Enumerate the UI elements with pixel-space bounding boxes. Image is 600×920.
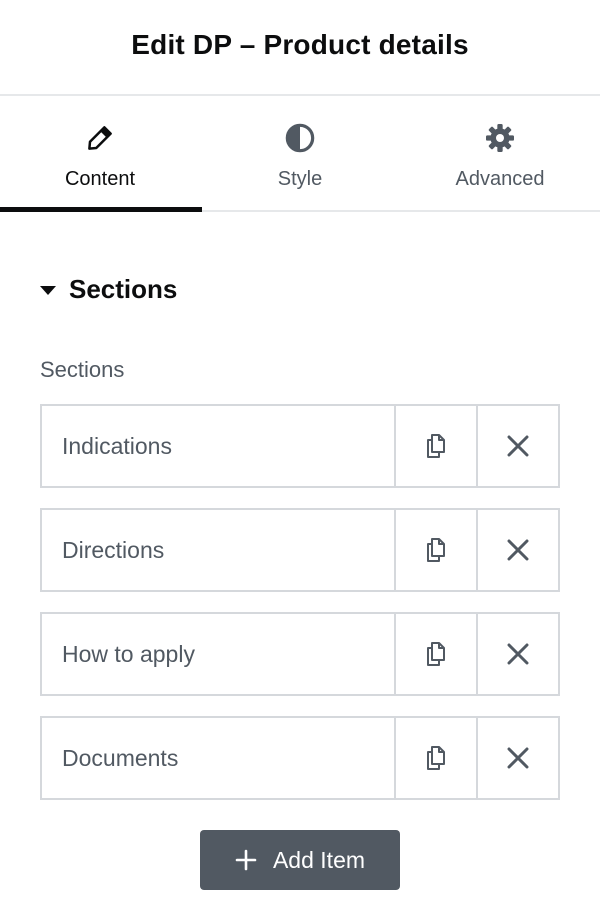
duplicate-button[interactable] (394, 510, 476, 590)
repeater-item-title[interactable]: How to apply (42, 614, 394, 694)
copy-icon (427, 642, 445, 666)
remove-button[interactable] (476, 406, 558, 486)
gear-icon (483, 121, 517, 155)
add-item-button[interactable]: Add Item (200, 830, 400, 890)
close-icon (507, 435, 529, 457)
repeater-list: Indications Directions How to apply Docu… (40, 404, 560, 820)
repeater-item-title[interactable]: Directions (42, 510, 394, 590)
repeater-item: Directions (40, 508, 560, 592)
panel-title: Edit DP – Product details (131, 29, 469, 60)
add-item-label: Add Item (272, 846, 366, 873)
repeater-label: Sections (40, 357, 125, 382)
plus-icon (235, 849, 257, 871)
repeater-item-title[interactable]: Indications (42, 406, 394, 486)
pencil-icon (83, 121, 117, 155)
half-circle-icon (283, 121, 317, 155)
copy-icon (427, 538, 445, 562)
duplicate-button[interactable] (394, 614, 476, 694)
close-icon (507, 539, 529, 561)
close-icon (507, 747, 529, 769)
repeater-item-title[interactable]: Documents (42, 718, 394, 798)
tab-bar: Content Style Advanced (0, 96, 600, 212)
tab-label: Style (277, 168, 323, 190)
duplicate-button[interactable] (394, 406, 476, 486)
tab-advanced[interactable]: Advanced (400, 96, 600, 210)
tab-content[interactable]: Content (0, 96, 202, 212)
caret-down-icon (40, 286, 56, 295)
tab-label: Advanced (455, 168, 545, 190)
repeater-item: How to apply (40, 612, 560, 696)
remove-button[interactable] (476, 510, 558, 590)
remove-button[interactable] (476, 718, 558, 798)
panel-header: Edit DP – Product details (0, 0, 600, 96)
sections-toggle[interactable]: Sections (40, 274, 177, 305)
tab-label: Content (64, 168, 136, 190)
repeater-item: Documents (40, 716, 560, 800)
repeater-item: Indications (40, 404, 560, 488)
remove-button[interactable] (476, 614, 558, 694)
close-icon (507, 643, 529, 665)
duplicate-button[interactable] (394, 718, 476, 798)
copy-icon (427, 434, 445, 458)
tab-style[interactable]: Style (200, 96, 400, 210)
copy-icon (427, 746, 445, 770)
section-title: Sections (69, 274, 178, 304)
